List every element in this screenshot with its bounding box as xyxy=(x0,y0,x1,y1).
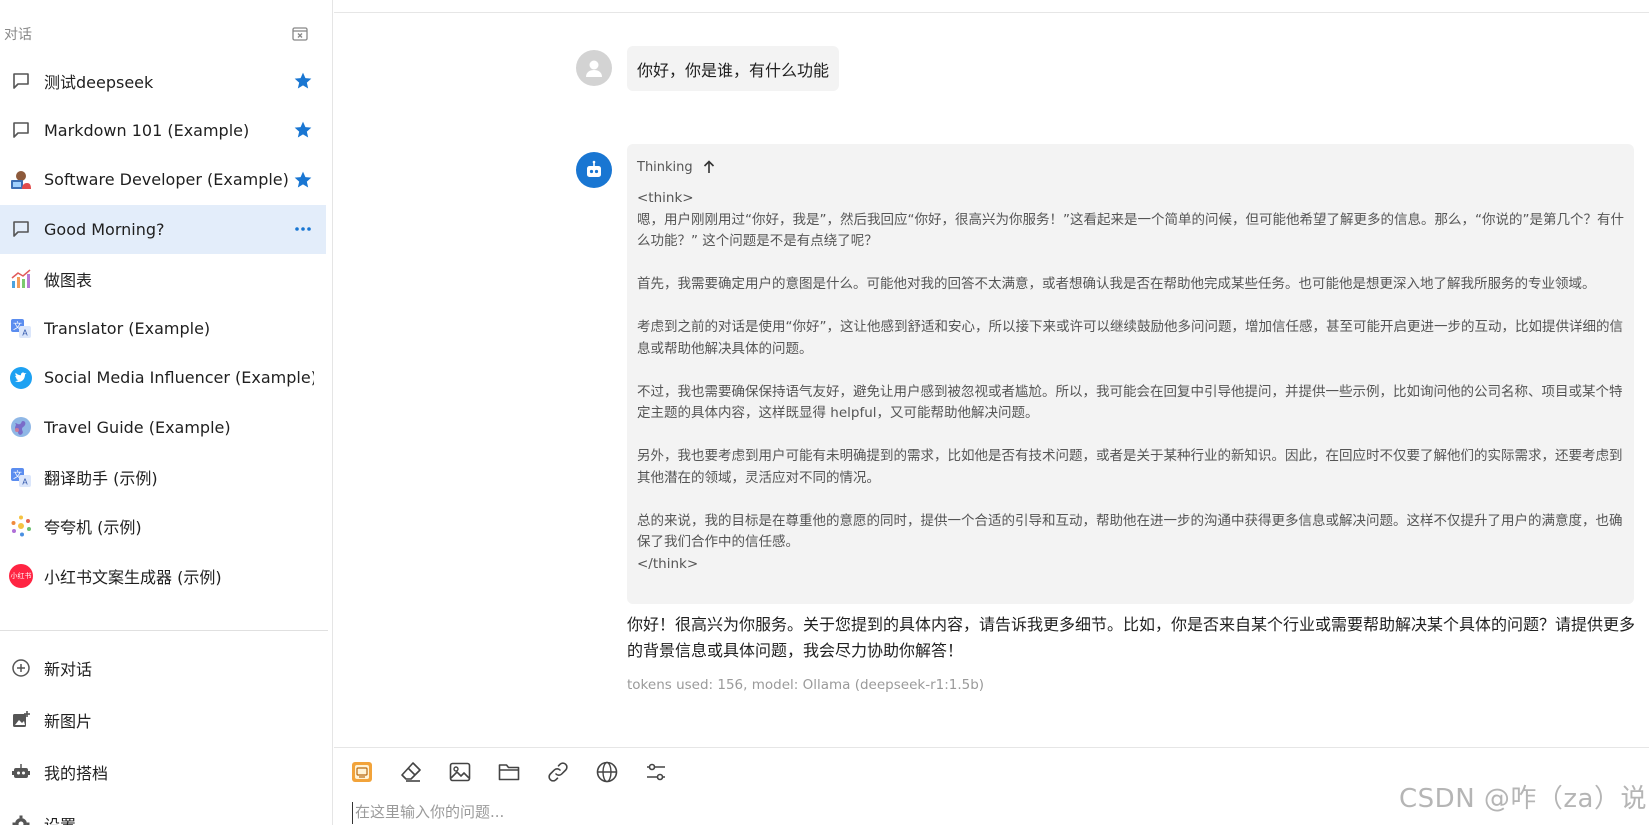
clear-conversations-icon[interactable] xyxy=(290,24,310,44)
user-message: 你好，你是谁，有什么功能 xyxy=(627,46,840,91)
conversation-item[interactable]: 文A 翻译助手 (示例) xyxy=(0,452,326,502)
add-image-icon xyxy=(8,707,34,733)
globe-icon xyxy=(8,414,34,440)
action-label: 我的搭档 xyxy=(44,764,109,783)
conversation-label: Translator (Example) xyxy=(44,318,211,338)
conversation-item[interactable]: Travel Guide (Example) xyxy=(0,403,326,453)
xiaohongshu-badge-text: 小红书 xyxy=(10,571,32,580)
conversation-item[interactable]: 小红书 小红书文案生成器 (示例) xyxy=(0,551,326,601)
chat-bubble-icon xyxy=(8,216,34,242)
conversation-item[interactable]: Markdown 101 (Example) xyxy=(0,106,326,156)
conversation-label: Markdown 101 (Example) xyxy=(44,120,250,140)
message-meta: tokens used: 156, model: Ollama (deepsee… xyxy=(627,677,985,693)
sidebar: 对话 测试deepseek Markdown 101 (Example) Sof… xyxy=(0,0,333,825)
conversation-label: 小红书文案生成器 (示例) xyxy=(44,567,222,587)
conversation-item[interactable]: 文A Translator (Example) xyxy=(0,304,326,354)
watermark: CSDN @咋（za）说 xyxy=(1399,784,1647,814)
thinking-content: <think> 嗯，用户刚刚用过“你好，我是”，然后我回应“你好，很高兴为你服务… xyxy=(637,190,1624,572)
sidebar-title: 对话 xyxy=(4,27,32,43)
action-label: 设置 xyxy=(44,812,314,825)
link-icon[interactable] xyxy=(546,760,570,784)
chat-bubble-icon xyxy=(8,117,34,143)
twitter-icon xyxy=(8,365,34,391)
action-label: 新对话 xyxy=(44,660,93,679)
svg-text:A: A xyxy=(22,477,28,486)
input-divider xyxy=(334,747,1649,748)
conversation-item[interactable]: Social Media Influencer (Example) xyxy=(0,353,326,403)
star-icon[interactable] xyxy=(292,70,314,92)
image-icon[interactable] xyxy=(448,760,472,784)
message-input[interactable]: 在这里输入你的问题... xyxy=(352,802,1552,824)
conversation-label: 翻译助手 (示例) xyxy=(44,468,158,488)
conversation-label: Travel Guide (Example) xyxy=(44,417,231,437)
conversation-item[interactable]: Software Developer (Example) xyxy=(0,155,326,205)
thinking-toggle[interactable]: Thinking xyxy=(637,158,1624,176)
assistant-answer: 你好！很高兴为你服务。关于您提到的具体内容，请告诉我更多细节。比如，你是否来自某… xyxy=(627,615,1636,660)
chart-icon xyxy=(8,266,34,292)
robot-icon xyxy=(8,759,34,785)
conversation-label: 做图表 xyxy=(44,270,93,290)
svg-text:A: A xyxy=(22,329,28,338)
user-avatar xyxy=(576,50,612,86)
conversation-item-active[interactable]: Good Morning? xyxy=(0,204,326,254)
xiaohongshu-icon: 小红书 xyxy=(8,563,34,589)
sidebar-divider xyxy=(0,630,328,631)
star-icon[interactable] xyxy=(292,169,314,191)
conversation-item[interactable]: 测试deepseek xyxy=(0,56,326,106)
chat-bubble-icon xyxy=(8,68,34,94)
input-toolbar xyxy=(350,757,668,787)
action-label: 新图片 xyxy=(44,712,93,731)
my-partners-button[interactable]: 我的搭档 xyxy=(0,746,326,798)
settings-sliders-icon[interactable] xyxy=(644,760,668,784)
conversation-label: Software Developer (Example) xyxy=(44,170,289,190)
thinking-label: Thinking xyxy=(637,159,693,175)
chat-main: 你好，你是谁，有什么功能 Thinking <think> 嗯，用户刚刚用过“你… xyxy=(334,0,1649,825)
settings-button[interactable]: 设置 xyxy=(0,798,326,825)
developer-avatar-icon xyxy=(8,167,34,193)
translate-icon: 文A xyxy=(8,315,34,341)
globe-icon[interactable] xyxy=(595,760,619,784)
assistant-avatar xyxy=(576,152,612,188)
sparkle-icon xyxy=(8,513,34,539)
conversation-list: 测试deepseek Markdown 101 (Example) Softwa… xyxy=(0,56,326,601)
translate-icon: 文A xyxy=(8,464,34,490)
top-divider xyxy=(334,12,1649,13)
person-icon xyxy=(586,60,602,77)
folder-icon[interactable] xyxy=(497,760,521,784)
arrow-up-icon[interactable] xyxy=(703,160,715,174)
add-circle-icon xyxy=(8,655,34,681)
new-conversation-button[interactable]: 新对话 xyxy=(0,642,326,694)
gear-icon xyxy=(8,811,34,825)
model-picker-icon[interactable] xyxy=(350,760,374,784)
conversation-item[interactable]: 夸夸机 (示例) xyxy=(0,502,326,552)
robot-icon xyxy=(587,160,601,177)
conversation-label: Social Media Influencer (Example) xyxy=(44,368,314,388)
eraser-icon[interactable] xyxy=(399,760,423,784)
conversation-label: Good Morning? xyxy=(44,219,165,239)
conversation-label: 测试deepseek xyxy=(44,72,154,92)
conversation-label: 夸夸机 (示例) xyxy=(44,518,142,538)
sidebar-actions: 新对话 新图片 我的搭档 设置 xyxy=(0,642,326,825)
sidebar-header: 对话 xyxy=(4,24,312,44)
thinking-panel: Thinking <think> 嗯，用户刚刚用过“你好，我是”，然后我回应“你… xyxy=(627,144,1634,604)
conversation-item[interactable]: 做图表 xyxy=(0,254,326,304)
more-options-icon[interactable] xyxy=(292,218,314,240)
new-image-button[interactable]: 新图片 xyxy=(0,694,326,746)
star-icon[interactable] xyxy=(292,119,314,141)
